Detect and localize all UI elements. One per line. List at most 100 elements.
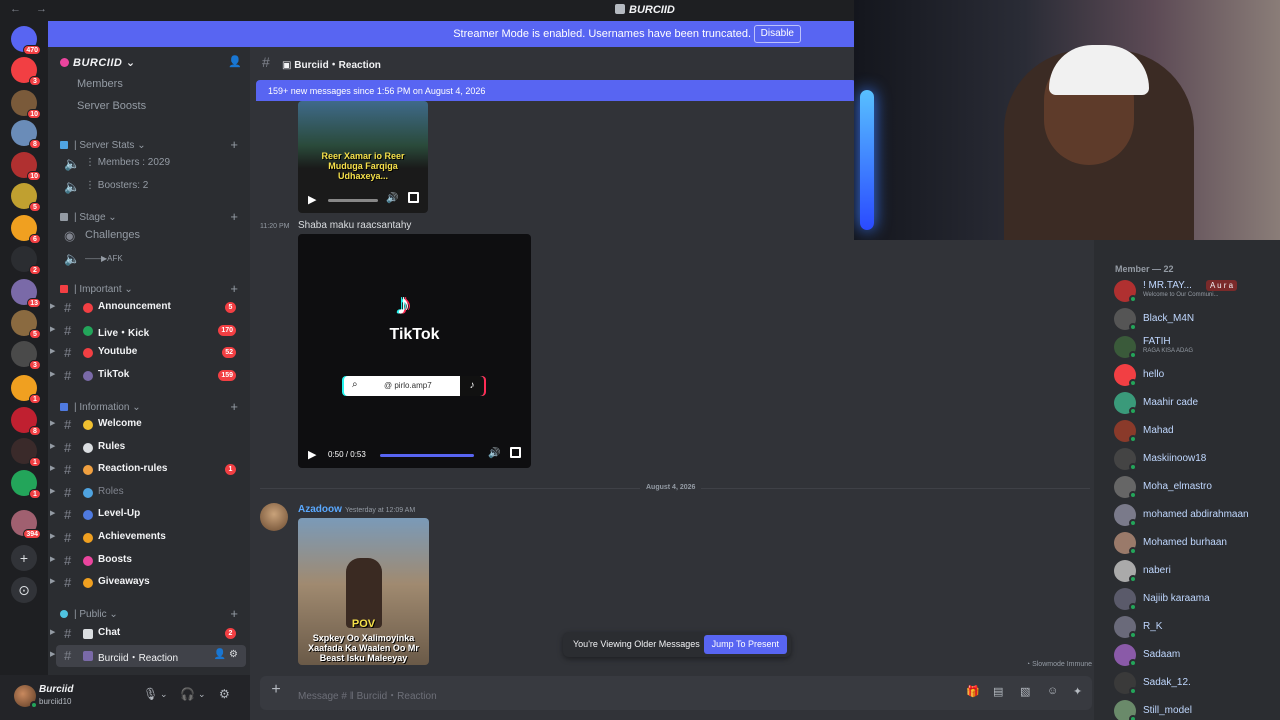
explore-icon[interactable]: ⊙ [11,577,37,603]
video-embed[interactable]: Reer Xamar io Reer Muduga Farqiga Udhaxe… [298,101,428,213]
server-icon[interactable]: 2 [11,246,41,275]
video-controls: ▶ 0:50 / 0:53 🔊 [298,442,531,468]
member-item[interactable]: naberi [1112,558,1280,584]
channel-tiktok[interactable]: ▶ # TikTok 159 [50,365,246,387]
video-progress-bar[interactable] [328,199,378,202]
channel-afk[interactable]: 🔈 ——▶AFK [56,248,246,270]
category-stage[interactable]: | Stage ⌄ [60,212,117,223]
channel-rules[interactable]: ▶ # Rules [50,437,246,459]
play-icon[interactable]: ▶ [308,193,316,206]
chevron-down-icon[interactable]: ⌄ [198,689,206,700]
fullscreen-icon[interactable] [408,192,419,203]
chevron-down-icon[interactable]: ⌄ [160,689,168,700]
member-item[interactable]: Moha_elmastro [1112,474,1280,500]
channel-level-up[interactable]: ▶ # Level-Up [50,504,246,526]
channel-achievements[interactable]: ▶ # Achievements [50,527,246,549]
channel-member-count[interactable]: 🔈 ⋮ Members : 2029 [56,153,246,175]
member-item[interactable]: FATIH RAGA KISA ADAG [1112,334,1280,360]
member-item[interactable]: Sadaam [1112,642,1280,668]
member-item[interactable]: Maahir cade [1112,390,1280,416]
message-input[interactable]: Message # ‖ Burciid・Reaction [298,687,437,702]
gift-icon[interactable]: 🎁 [966,685,980,698]
server-icon[interactable]: 1 [11,375,41,404]
server-icon[interactable]: 10 [11,90,41,119]
server-icon[interactable]: 5 [11,183,41,212]
message-author[interactable]: Azadoow [298,504,342,515]
channel-announcement[interactable]: ▶ # Announcement 5 [50,297,246,319]
member-item[interactable]: ! MR.TAY... Welcome to Our Communi... A u … [1112,278,1280,304]
server-header[interactable]: BURCIID ⌄ 👤 [48,47,250,77]
server-icon[interactable]: 13 [11,279,41,308]
attach-plus-icon[interactable]: + [268,682,284,698]
member-item[interactable]: Maskiinoow18 [1112,446,1280,472]
tiktok-video-embed[interactable]: ♪ TikTok ⌕ @ pirlo.amp7 ♪ ▶ 0:50 / 0:53 … [298,234,531,468]
volume-icon[interactable]: 🔊 [488,448,500,459]
avatar[interactable] [260,503,288,531]
add-channel-icon[interactable]: + [230,209,238,224]
member-item[interactable]: hello [1112,362,1280,388]
gear-icon[interactable]: ⚙ [219,687,230,701]
add-server-icon[interactable]: + [11,545,37,571]
server-icon[interactable]: 10 [11,152,41,181]
member-item[interactable]: Mohamed burhaan [1112,530,1280,556]
member-item[interactable]: Black_M4N [1112,306,1280,332]
apps-icon[interactable]: ✦ [1073,685,1082,698]
category-important[interactable]: | Important ⌄ [60,284,133,295]
channel-challenges[interactable]: ◉ Challenges [56,225,246,247]
add-channel-icon[interactable]: + [230,281,238,296]
server-icon[interactable]: 3 [11,341,41,370]
server-icon[interactable]: 3 [11,57,41,86]
history-nav[interactable]: ← → [10,3,53,15]
sticker-icon[interactable]: ▧ [1020,685,1030,698]
fullscreen-icon[interactable] [510,447,521,458]
server-icon[interactable]: 470 [11,26,41,55]
category-information[interactable]: | Information ⌄ [60,402,141,413]
category-server-stats[interactable]: | Server Stats ⌄ [60,140,146,151]
microphone-icon[interactable]: 🎙 [143,687,158,701]
channel-giveaways[interactable]: ▶ # Giveaways [50,572,246,594]
add-channel-icon[interactable]: + [230,399,238,414]
gif-icon[interactable]: ▤ [993,685,1003,698]
server-icon[interactable]: 8 [11,120,41,149]
video-progress-bar[interactable] [380,454,474,457]
channel-booster-count[interactable]: 🔈 ⋮ Boosters: 2 [56,176,246,198]
server-icon[interactable]: 1 [11,438,41,467]
channel-boosts[interactable]: ▶ # Boosts [50,550,246,572]
new-messages-bar[interactable]: 159+ new messages since 1:56 PM on Augus… [256,80,856,101]
channel-live-kick[interactable]: ▶ # Live・Kick 170 [50,320,246,342]
play-icon[interactable]: ▶ [308,448,316,461]
emoji-icon[interactable]: ☺ [1047,685,1058,697]
disable-streamer-button[interactable]: Disable [753,25,801,43]
channel-welcome[interactable]: ▶ # Welcome [50,414,246,436]
sidebar-item-server-boosts[interactable]: Server Boosts [56,96,246,118]
member-item[interactable]: R_K [1112,614,1280,640]
video-embed[interactable]: POV Sxpkey Oo Xalimoyinka Xaafada Ka Waa… [298,518,429,665]
server-icon[interactable]: 1 [11,470,41,499]
server-icon[interactable]: 5 [11,310,41,339]
channel-roles[interactable]: ▶ # Roles [50,482,246,504]
server-icon[interactable]: 8 [11,407,41,436]
invite-icon[interactable]: 👤 [228,55,242,68]
server-icon[interactable]: 6 [11,215,41,244]
volume-icon[interactable]: 🔊 [386,193,398,204]
member-item[interactable]: Mahad [1112,418,1280,444]
channel-youtube[interactable]: ▶ # Youtube 52 [50,342,246,364]
member-item[interactable]: Najiib karaama [1112,586,1280,612]
channel-reaction-rules[interactable]: ▶ # Reaction-rules 1 [50,459,246,481]
member-item[interactable]: mohamed abdirahmaan [1112,502,1280,528]
member-item[interactable]: Sadak_12. [1112,670,1280,696]
server-icon[interactable]: 394 [11,510,41,539]
headphones-icon[interactable]: 🎧 [180,687,195,701]
channel-burciid-reaction[interactable]: ▶ # Burciid・Reaction 👤 ⚙ [50,645,246,667]
channel-settings-icon[interactable]: 👤 ⚙ [214,649,238,660]
server-name[interactable]: BURCIID ⌄ [60,56,136,69]
sidebar-item-members[interactable]: Members [56,74,246,96]
add-channel-icon[interactable]: + [230,137,238,152]
message-composer[interactable]: + Message # ‖ Burciid・Reaction 🎁 ▤ ▧ ☺ ✦ [260,676,1092,710]
channel-chat[interactable]: ▶ # Chat 2 [50,623,246,645]
jump-to-present-button[interactable]: Jump To Present [703,635,787,654]
mention-badge: 159 [218,369,236,381]
add-channel-icon[interactable]: + [230,606,238,621]
category-public[interactable]: | Public ⌄ [60,609,118,620]
member-item[interactable]: Still_model [1112,698,1280,720]
